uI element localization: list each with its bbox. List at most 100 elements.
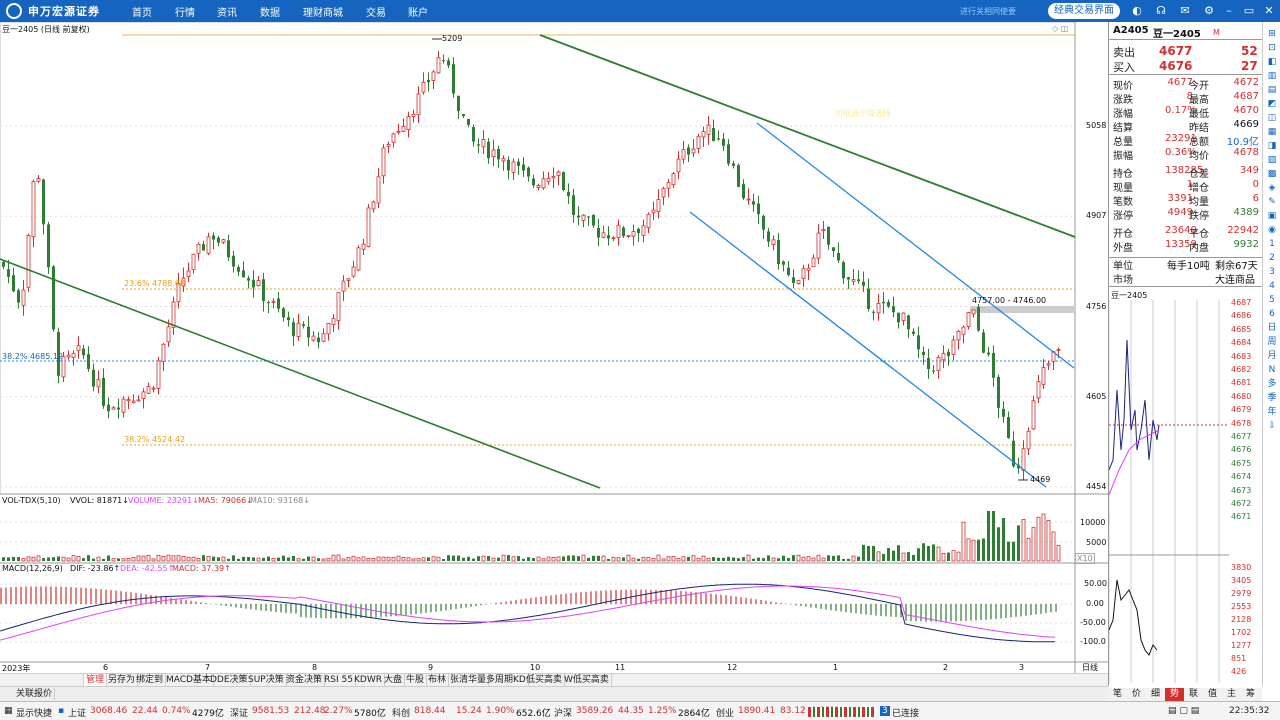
target-icon[interactable]: ◉ [1266,224,1278,236]
tab-main[interactable]: 主 [1222,688,1241,701]
index-name[interactable]: 科创 [392,706,410,719]
tab-trend[interactable]: 势 [1165,688,1184,701]
settings-icon[interactable]: ⚙ [1202,4,1216,18]
tab-value[interactable]: 值 [1203,688,1222,701]
n-icon[interactable]: N [1266,364,1278,376]
panel-icon[interactable]: ◫ [1266,112,1278,124]
matrix-icon[interactable]: ▦ [1266,126,1278,138]
volume-bar [126,558,131,562]
volume-bar [436,556,441,562]
connection-status[interactable]: 已连接 [892,706,919,719]
tab-manage[interactable]: 管理 [84,674,108,686]
split-icon[interactable]: ◧ [1266,56,1278,68]
square-icon[interactable]: ▣ [1266,210,1278,222]
nav-news[interactable]: 资讯 [217,4,237,19]
low-price-label: 4469 [1030,475,1051,484]
box-icon[interactable]: ⊡ [1266,42,1278,54]
tab-bull[interactable]: 牛股 [404,674,428,686]
tab-kdwr[interactable]: KDWR [352,674,385,686]
index-name[interactable]: 创业 [716,706,734,719]
day-icon[interactable]: 日 [1266,322,1278,334]
nav-trade[interactable]: 交易 [366,4,386,19]
tab-macd-basic[interactable]: MACD基本 [164,674,214,686]
pencil-icon[interactable]: ✎ [1266,196,1278,208]
macd-indicator-name[interactable]: MACD(12,26,9) [2,564,63,573]
grid-icon[interactable]: ⊞ [1266,28,1278,40]
index-name[interactable]: 上证 [68,706,86,719]
candle-body [166,326,171,343]
vol-indicator-name[interactable]: VOL-TDX(5,10) [2,496,61,505]
ask-row[interactable]: 卖出 4677 52 [1109,43,1263,59]
tab-bind-to[interactable]: 绑定到 [134,674,167,686]
tab-zhang[interactable]: 张清华量 [448,674,490,686]
tab-rsi[interactable]: RSI 55 [322,674,356,686]
nav-quotes[interactable]: 行情 [175,4,195,19]
diamond-icon[interactable]: ◈ [1266,182,1278,194]
tab-w-low-buy[interactable]: W低买高卖 [562,674,612,686]
n4-icon[interactable]: 4 [1266,280,1278,292]
tab-related-quote[interactable]: 关联报价 [14,688,56,700]
status-tools-icon[interactable]: ▤ ▢ ▤ [1168,706,1199,716]
index-amount: 4279亿 [192,709,224,719]
broker-logo[interactable]: 申万宏源证券 [6,3,126,19]
candle-body [1002,408,1005,417]
week-icon[interactable]: 周 [1266,336,1278,348]
maximize-icon[interactable]: ▭ [1242,4,1256,18]
month-icon[interactable]: 月 [1266,350,1278,362]
classic-trade-button[interactable]: 经典交易界面 [1048,3,1120,19]
n5-icon[interactable]: 5 [1266,294,1278,306]
quick-display-toggle[interactable]: 显示快捷 [16,706,52,719]
headset-icon[interactable]: ☊ [1154,4,1168,18]
minimize-icon[interactable]: – [1222,4,1236,18]
mini-price-tick: 4675 [1231,458,1252,468]
mail-icon[interactable]: ✉ [1178,4,1192,18]
fill-icon[interactable]: ▩ [1266,168,1278,180]
candle-body [282,308,285,318]
volume-bar [351,555,356,562]
volume-bar [117,558,120,561]
tab-ticks[interactable]: 笔 [1108,688,1127,701]
tab-low-buy[interactable]: 低买高卖 [524,674,566,686]
candle-body [477,144,480,146]
quote-row: 笔数 3391 均量 6 [1109,192,1263,208]
tab-price[interactable]: 价 [1127,688,1146,701]
candle-body [42,179,45,225]
quick-menu-icon[interactable]: ▦ [4,706,13,716]
rows-icon[interactable]: ▤ [1266,84,1278,96]
nav-home[interactable]: 首页 [132,4,152,19]
tab-multi-kd[interactable]: 多周期KD [484,674,529,686]
multi-icon[interactable]: 多 [1266,378,1278,390]
bid-row[interactable]: 买入 4676 27 [1109,58,1263,74]
index-name[interactable]: 深证 [230,706,248,719]
n3-icon[interactable]: 3 [1266,266,1278,278]
close-icon[interactable]: ✕ [1262,4,1276,18]
chart-tools-icon[interactable]: ◇ ◫ [1052,24,1068,33]
volume-bar [1007,541,1010,561]
tab-market[interactable]: 大盘 [382,674,406,686]
theme-icon[interactable]: ◐ [1130,4,1144,18]
right-half-icon[interactable]: ◨ [1266,140,1278,152]
nav-data[interactable]: 数据 [260,4,280,19]
n2-icon[interactable]: 2 [1266,252,1278,264]
index-name[interactable]: 沪深 [554,706,572,719]
nav-account[interactable]: 账户 [408,4,428,19]
tab-detail[interactable]: 细 [1146,688,1165,701]
nav-mall[interactable]: 理财商城 [303,4,343,19]
n6-icon[interactable]: 6 [1266,308,1278,320]
tab-link[interactable]: 联 [1184,688,1203,701]
volume-bar [701,555,706,562]
year-icon[interactable]: 年 [1266,406,1278,418]
tab-boll[interactable]: 布林 [426,674,450,686]
tab-sup[interactable]: SUP决策 [246,674,287,686]
kline-chart-area[interactable]: 豆一2405 (日线 前复权) ◇ ◫ 5058 4907 4756 4605 … [0,22,1108,683]
tab-chips[interactable]: 筹 [1241,688,1260,701]
down-icon[interactable]: ⇩ [1266,420,1278,432]
period-label[interactable]: 日线 [1082,662,1098,673]
tab-fund[interactable]: 资金决策 [284,674,326,686]
hatch-icon[interactable]: ▧ [1266,154,1278,166]
half-icon[interactable]: ◩ [1266,98,1278,110]
tab-dde[interactable]: DDE决策 [208,674,251,686]
season-icon[interactable]: 季 [1266,392,1278,404]
columns-icon[interactable]: ▥ [1266,70,1278,82]
n1-icon[interactable]: 1 [1266,238,1278,250]
